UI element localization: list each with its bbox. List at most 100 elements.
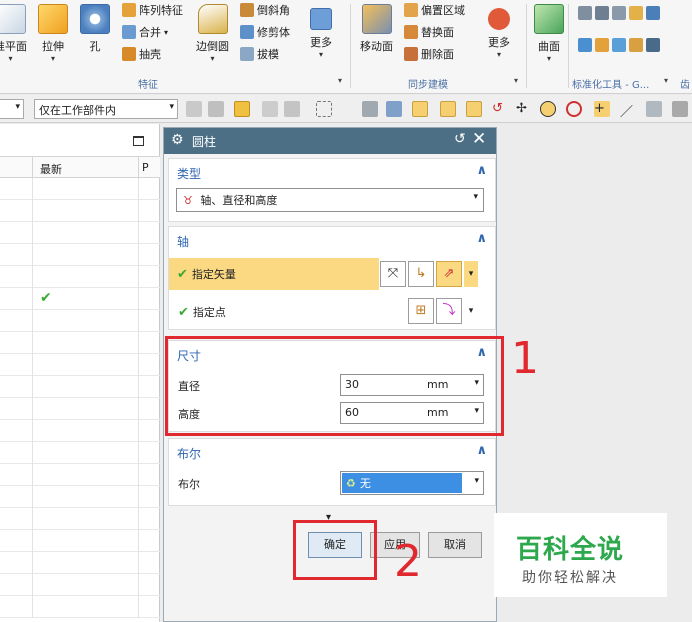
offset-region-button[interactable]: 偏置区域 bbox=[404, 2, 465, 18]
table-row[interactable] bbox=[0, 310, 160, 332]
table-row[interactable] bbox=[0, 354, 160, 376]
scope-select[interactable]: 仅在工作部件内 ▾ bbox=[34, 99, 178, 119]
replace-face-button[interactable]: 替换面 bbox=[404, 24, 454, 40]
std-tool-icon[interactable] bbox=[629, 38, 643, 52]
select-tool-icon[interactable] bbox=[672, 101, 688, 117]
chevron-down-icon: ▾ bbox=[15, 102, 20, 112]
datum-plane-button[interactable]: 准平面 ▾ bbox=[0, 4, 27, 64]
type-section-header[interactable]: 类型 bbox=[177, 165, 201, 182]
collapse-icon[interactable]: ∧ bbox=[476, 231, 487, 246]
table-row[interactable] bbox=[0, 596, 160, 618]
std-tool-icon[interactable] bbox=[646, 6, 660, 20]
filter-select[interactable]: ▾ bbox=[0, 99, 24, 119]
column-latest[interactable]: 最新 bbox=[40, 161, 62, 177]
hole-button[interactable]: 孔 bbox=[80, 4, 110, 54]
center-snap-icon[interactable] bbox=[540, 101, 556, 117]
table-row[interactable] bbox=[0, 398, 160, 420]
axis-section-header[interactable]: 轴 bbox=[177, 233, 189, 250]
unite-button[interactable]: 合并 ▾ bbox=[122, 24, 168, 40]
point-snap-icon[interactable]: + bbox=[594, 101, 610, 117]
point-type-dropdown[interactable]: ▾ bbox=[464, 298, 478, 324]
std-tool-icon[interactable] bbox=[595, 38, 609, 52]
table-row[interactable] bbox=[0, 178, 160, 200]
boolean-select[interactable]: ♻ 无 ▾ bbox=[340, 471, 484, 495]
hole-icon bbox=[80, 4, 110, 34]
collapse-icon[interactable]: ∧ bbox=[476, 163, 487, 178]
std-tool-icon[interactable] bbox=[612, 38, 626, 52]
std-tool-icon[interactable] bbox=[629, 6, 643, 20]
std-tool-icon[interactable] bbox=[595, 6, 609, 20]
type-select[interactable]: ♉ 轴、直径和高度 ▾ bbox=[176, 188, 484, 212]
select-tool-icon[interactable] bbox=[262, 101, 278, 117]
group-sync-dropdown[interactable]: ▾ bbox=[514, 76, 518, 85]
collapse-icon[interactable]: ∧ bbox=[476, 443, 487, 458]
vector-dialog-button[interactable]: ↳ bbox=[408, 261, 434, 287]
table-row[interactable] bbox=[0, 200, 160, 222]
table-row[interactable]: ✔ bbox=[0, 288, 160, 310]
move-face-button[interactable]: 移动面 bbox=[360, 4, 393, 54]
close-icon[interactable]: ✕ bbox=[472, 129, 486, 149]
std-tool-icon[interactable] bbox=[646, 38, 660, 52]
std-tool-icon[interactable] bbox=[578, 6, 592, 20]
edge-blend-button[interactable]: 边倒圆 ▾ bbox=[196, 4, 229, 64]
intersect-snap-icon[interactable]: ✢ bbox=[516, 101, 532, 117]
select-tool-icon[interactable] bbox=[186, 101, 202, 117]
table-row[interactable] bbox=[0, 420, 160, 442]
extrude-button[interactable]: 拉伸 ▾ bbox=[38, 4, 68, 64]
line-tool-icon[interactable]: ／ bbox=[620, 101, 636, 120]
table-row[interactable] bbox=[0, 486, 160, 508]
cancel-button[interactable]: 取消 bbox=[428, 532, 482, 558]
table-row[interactable] bbox=[0, 530, 160, 552]
vector-type-dropdown[interactable]: ▾ bbox=[464, 261, 478, 287]
dialog-title: 圆柱 bbox=[192, 135, 217, 149]
box-select-icon[interactable] bbox=[316, 101, 332, 117]
reverse-direction-button[interactable]: ⤧ bbox=[380, 261, 406, 287]
std-tool-icon[interactable] bbox=[578, 38, 592, 52]
select-tool-icon[interactable] bbox=[386, 101, 402, 117]
boolean-section-header[interactable]: 布尔 bbox=[177, 445, 201, 462]
specify-point-row[interactable]: ✔ 指定点 bbox=[178, 304, 226, 320]
pattern-feature-button[interactable]: 阵列特征 bbox=[122, 2, 183, 18]
table-row[interactable] bbox=[0, 552, 160, 574]
chevron-down-icon: ▾ bbox=[468, 269, 474, 279]
table-row[interactable] bbox=[0, 222, 160, 244]
table-row[interactable] bbox=[0, 376, 160, 398]
reset-icon[interactable]: ↺ bbox=[454, 131, 466, 147]
surface-button[interactable]: 曲面 ▾ bbox=[534, 4, 564, 64]
std-tool-icon[interactable] bbox=[612, 6, 626, 20]
line-snap-icon[interactable] bbox=[440, 101, 456, 117]
select-tool-icon[interactable] bbox=[208, 101, 224, 117]
active-snap-icon[interactable] bbox=[412, 101, 428, 117]
select-tool-icon[interactable] bbox=[646, 101, 662, 117]
more-features-button[interactable]: 更多 ▾ bbox=[310, 4, 332, 60]
quadrant-snap-icon[interactable] bbox=[566, 101, 582, 117]
curve-snap-icon[interactable]: ↺ bbox=[492, 101, 508, 117]
table-row[interactable] bbox=[0, 266, 160, 288]
table-row[interactable] bbox=[0, 464, 160, 486]
inferred-point-button[interactable]: ⤵ bbox=[436, 298, 462, 324]
edge-blend-label: 边倒圆 bbox=[196, 40, 229, 53]
group-std-dropdown[interactable]: ▾ bbox=[664, 76, 668, 85]
draft-button[interactable]: 拔模 bbox=[240, 46, 279, 62]
delete-face-button[interactable]: 删除面 bbox=[404, 46, 454, 62]
shell-button[interactable]: 抽壳 bbox=[122, 46, 161, 62]
more-sync-button[interactable]: 更多 ▾ bbox=[488, 4, 510, 60]
chamfer-button[interactable]: 倒斜角 bbox=[240, 2, 290, 18]
inferred-vector-button[interactable]: ⇗ bbox=[436, 261, 462, 287]
specify-vector-label: 指定矢量 bbox=[191, 268, 236, 281]
column-next[interactable]: P bbox=[142, 161, 149, 174]
select-tool-icon[interactable] bbox=[362, 101, 378, 117]
table-row[interactable] bbox=[0, 574, 160, 596]
table-row[interactable] bbox=[0, 442, 160, 464]
snap-point-icon[interactable] bbox=[234, 101, 250, 117]
select-tool-icon[interactable] bbox=[284, 101, 300, 117]
maximize-icon[interactable] bbox=[133, 136, 144, 146]
line-snap-icon[interactable] bbox=[466, 101, 482, 117]
table-row[interactable] bbox=[0, 332, 160, 354]
group-feature-dropdown[interactable]: ▾ bbox=[338, 76, 342, 85]
table-row[interactable] bbox=[0, 508, 160, 530]
table-row[interactable] bbox=[0, 244, 160, 266]
trim-body-button[interactable]: 修剪体 bbox=[240, 24, 290, 40]
point-dialog-button[interactable]: ⊞ bbox=[408, 298, 434, 324]
specify-vector-row[interactable]: ✔ 指定矢量 bbox=[169, 258, 379, 290]
